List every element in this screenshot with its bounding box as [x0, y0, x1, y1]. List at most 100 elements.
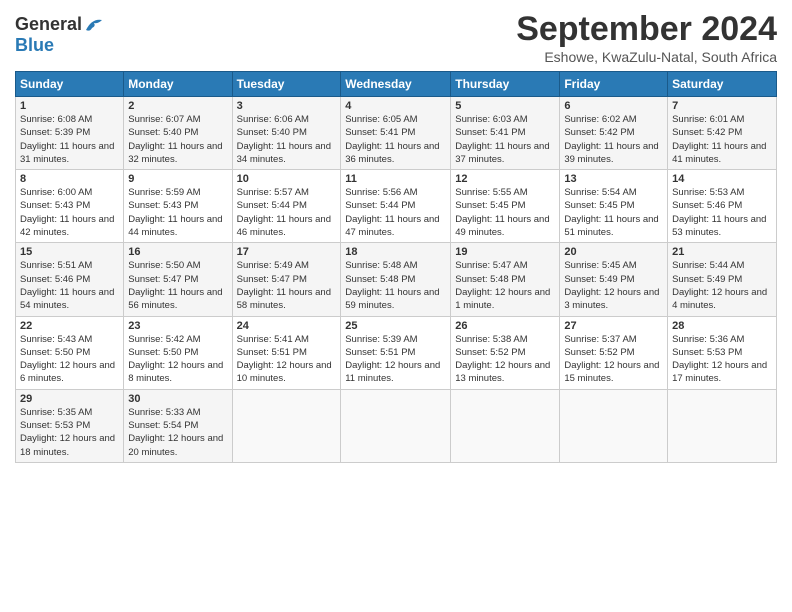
day-number: 15: [20, 246, 119, 258]
header-day-saturday: Saturday: [668, 72, 777, 97]
calendar-cell: 28Sunrise: 5:36 AMSunset: 5:53 PMDayligh…: [668, 316, 777, 389]
calendar-cell: 23Sunrise: 5:42 AMSunset: 5:50 PMDayligh…: [124, 316, 232, 389]
calendar-cell: 30Sunrise: 5:33 AMSunset: 5:54 PMDayligh…: [124, 389, 232, 462]
day-number: 19: [455, 246, 555, 258]
day-detail: Sunrise: 5:59 AMSunset: 5:43 PMDaylight:…: [128, 186, 227, 239]
day-number: 20: [564, 246, 663, 258]
header-day-tuesday: Tuesday: [232, 72, 341, 97]
calendar-week-1: 1Sunrise: 6:08 AMSunset: 5:39 PMDaylight…: [16, 97, 777, 170]
day-detail: Sunrise: 6:08 AMSunset: 5:39 PMDaylight:…: [20, 113, 119, 166]
day-detail: Sunrise: 5:42 AMSunset: 5:50 PMDaylight:…: [128, 333, 227, 386]
day-number: 23: [128, 320, 227, 332]
day-detail: Sunrise: 5:41 AMSunset: 5:51 PMDaylight:…: [237, 333, 337, 386]
calendar-week-5: 29Sunrise: 5:35 AMSunset: 5:53 PMDayligh…: [16, 389, 777, 462]
calendar-cell: 25Sunrise: 5:39 AMSunset: 5:51 PMDayligh…: [341, 316, 451, 389]
calendar-cell: 10Sunrise: 5:57 AMSunset: 5:44 PMDayligh…: [232, 170, 341, 243]
calendar-cell: 26Sunrise: 5:38 AMSunset: 5:52 PMDayligh…: [451, 316, 560, 389]
day-detail: Sunrise: 5:50 AMSunset: 5:47 PMDaylight:…: [128, 259, 227, 312]
calendar-week-2: 8Sunrise: 6:00 AMSunset: 5:43 PMDaylight…: [16, 170, 777, 243]
day-number: 10: [237, 173, 337, 185]
calendar-cell: 22Sunrise: 5:43 AMSunset: 5:50 PMDayligh…: [16, 316, 124, 389]
calendar-cell: 21Sunrise: 5:44 AMSunset: 5:49 PMDayligh…: [668, 243, 777, 316]
day-detail: Sunrise: 5:47 AMSunset: 5:48 PMDaylight:…: [455, 259, 555, 312]
calendar-cell: 17Sunrise: 5:49 AMSunset: 5:47 PMDayligh…: [232, 243, 341, 316]
calendar-cell: [232, 389, 341, 462]
day-number: 2: [128, 100, 227, 112]
day-number: 7: [672, 100, 772, 112]
title-area: September 2024 Eshowe, KwaZulu-Natal, So…: [516, 10, 777, 65]
calendar-cell: 16Sunrise: 5:50 AMSunset: 5:47 PMDayligh…: [124, 243, 232, 316]
day-detail: Sunrise: 5:49 AMSunset: 5:47 PMDaylight:…: [237, 259, 337, 312]
day-number: 8: [20, 173, 119, 185]
day-number: 11: [345, 173, 446, 185]
day-number: 26: [455, 320, 555, 332]
calendar-cell: 1Sunrise: 6:08 AMSunset: 5:39 PMDaylight…: [16, 97, 124, 170]
calendar-week-4: 22Sunrise: 5:43 AMSunset: 5:50 PMDayligh…: [16, 316, 777, 389]
calendar-cell: 15Sunrise: 5:51 AMSunset: 5:46 PMDayligh…: [16, 243, 124, 316]
header-day-friday: Friday: [560, 72, 668, 97]
logo-bird-icon: [84, 16, 104, 34]
calendar-cell: 2Sunrise: 6:07 AMSunset: 5:40 PMDaylight…: [124, 97, 232, 170]
day-detail: Sunrise: 5:39 AMSunset: 5:51 PMDaylight:…: [345, 333, 446, 386]
calendar-cell: 5Sunrise: 6:03 AMSunset: 5:41 PMDaylight…: [451, 97, 560, 170]
day-detail: Sunrise: 6:03 AMSunset: 5:41 PMDaylight:…: [455, 113, 555, 166]
day-detail: Sunrise: 6:07 AMSunset: 5:40 PMDaylight:…: [128, 113, 227, 166]
logo: General Blue: [15, 10, 104, 56]
calendar-cell: 12Sunrise: 5:55 AMSunset: 5:45 PMDayligh…: [451, 170, 560, 243]
day-number: 29: [20, 393, 119, 405]
calendar-cell: 19Sunrise: 5:47 AMSunset: 5:48 PMDayligh…: [451, 243, 560, 316]
calendar-cell: 3Sunrise: 6:06 AMSunset: 5:40 PMDaylight…: [232, 97, 341, 170]
header-day-thursday: Thursday: [451, 72, 560, 97]
day-detail: Sunrise: 6:05 AMSunset: 5:41 PMDaylight:…: [345, 113, 446, 166]
day-detail: Sunrise: 5:37 AMSunset: 5:52 PMDaylight:…: [564, 333, 663, 386]
location-title: Eshowe, KwaZulu-Natal, South Africa: [516, 49, 777, 65]
day-number: 21: [672, 246, 772, 258]
calendar-cell: 24Sunrise: 5:41 AMSunset: 5:51 PMDayligh…: [232, 316, 341, 389]
calendar-header-row: SundayMondayTuesdayWednesdayThursdayFrid…: [16, 72, 777, 97]
day-detail: Sunrise: 5:45 AMSunset: 5:49 PMDaylight:…: [564, 259, 663, 312]
calendar-cell: 13Sunrise: 5:54 AMSunset: 5:45 PMDayligh…: [560, 170, 668, 243]
day-detail: Sunrise: 6:02 AMSunset: 5:42 PMDaylight:…: [564, 113, 663, 166]
day-number: 5: [455, 100, 555, 112]
day-number: 14: [672, 173, 772, 185]
calendar-cell: 20Sunrise: 5:45 AMSunset: 5:49 PMDayligh…: [560, 243, 668, 316]
calendar-cell: 9Sunrise: 5:59 AMSunset: 5:43 PMDaylight…: [124, 170, 232, 243]
calendar-cell: 7Sunrise: 6:01 AMSunset: 5:42 PMDaylight…: [668, 97, 777, 170]
calendar-cell: 18Sunrise: 5:48 AMSunset: 5:48 PMDayligh…: [341, 243, 451, 316]
day-number: 9: [128, 173, 227, 185]
logo-blue-text: Blue: [15, 35, 54, 56]
header-day-sunday: Sunday: [16, 72, 124, 97]
day-detail: Sunrise: 5:33 AMSunset: 5:54 PMDaylight:…: [128, 406, 227, 459]
day-number: 18: [345, 246, 446, 258]
day-number: 27: [564, 320, 663, 332]
day-detail: Sunrise: 5:43 AMSunset: 5:50 PMDaylight:…: [20, 333, 119, 386]
calendar-cell: 8Sunrise: 6:00 AMSunset: 5:43 PMDaylight…: [16, 170, 124, 243]
calendar-cell: 11Sunrise: 5:56 AMSunset: 5:44 PMDayligh…: [341, 170, 451, 243]
day-number: 28: [672, 320, 772, 332]
day-detail: Sunrise: 5:56 AMSunset: 5:44 PMDaylight:…: [345, 186, 446, 239]
day-number: 1: [20, 100, 119, 112]
day-detail: Sunrise: 6:01 AMSunset: 5:42 PMDaylight:…: [672, 113, 772, 166]
header-day-monday: Monday: [124, 72, 232, 97]
day-number: 16: [128, 246, 227, 258]
day-detail: Sunrise: 5:36 AMSunset: 5:53 PMDaylight:…: [672, 333, 772, 386]
day-detail: Sunrise: 5:38 AMSunset: 5:52 PMDaylight:…: [455, 333, 555, 386]
day-number: 4: [345, 100, 446, 112]
day-number: 12: [455, 173, 555, 185]
day-number: 25: [345, 320, 446, 332]
calendar-cell: 6Sunrise: 6:02 AMSunset: 5:42 PMDaylight…: [560, 97, 668, 170]
calendar-body: 1Sunrise: 6:08 AMSunset: 5:39 PMDaylight…: [16, 97, 777, 463]
calendar-table: SundayMondayTuesdayWednesdayThursdayFrid…: [15, 71, 777, 463]
day-detail: Sunrise: 5:48 AMSunset: 5:48 PMDaylight:…: [345, 259, 446, 312]
day-detail: Sunrise: 6:00 AMSunset: 5:43 PMDaylight:…: [20, 186, 119, 239]
calendar-cell: 4Sunrise: 6:05 AMSunset: 5:41 PMDaylight…: [341, 97, 451, 170]
calendar-cell: [560, 389, 668, 462]
day-detail: Sunrise: 5:53 AMSunset: 5:46 PMDaylight:…: [672, 186, 772, 239]
day-number: 24: [237, 320, 337, 332]
header-day-wednesday: Wednesday: [341, 72, 451, 97]
day-detail: Sunrise: 5:55 AMSunset: 5:45 PMDaylight:…: [455, 186, 555, 239]
day-number: 30: [128, 393, 227, 405]
day-detail: Sunrise: 5:54 AMSunset: 5:45 PMDaylight:…: [564, 186, 663, 239]
day-number: 17: [237, 246, 337, 258]
calendar-cell: [451, 389, 560, 462]
